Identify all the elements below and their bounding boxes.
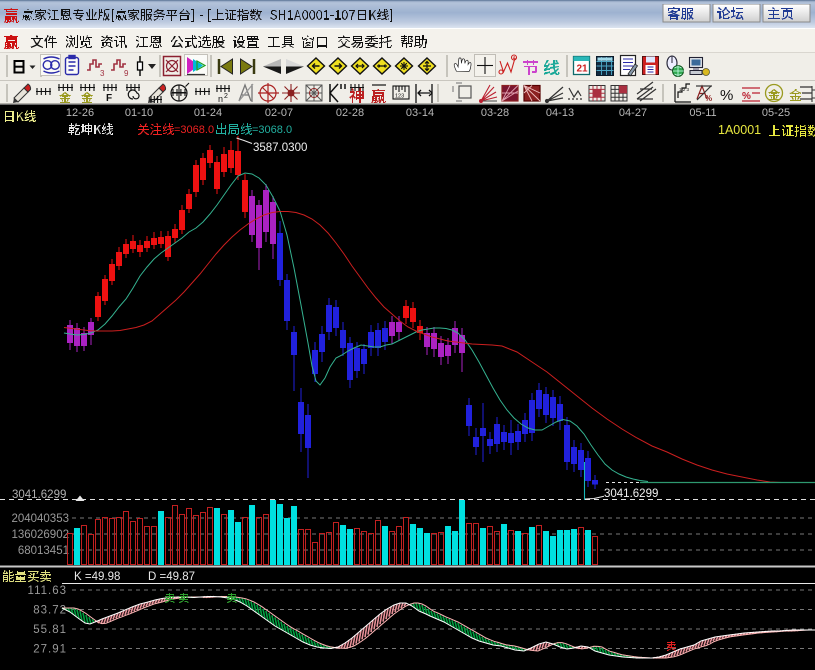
svg-text:n: n: [218, 94, 223, 104]
svg-text:1A0001: 1A0001: [718, 123, 761, 137]
svg-text:3587.0300: 3587.0300: [253, 142, 307, 154]
svg-text:D =49.87: D =49.87: [148, 571, 195, 583]
svg-text:111.63: 111.63: [28, 585, 67, 597]
svg-text:02-28: 02-28: [336, 107, 364, 119]
svg-text:21: 21: [577, 64, 589, 75]
svg-text:04-13: 04-13: [546, 107, 574, 119]
svg-text:05-11: 05-11: [689, 107, 716, 119]
svg-text:K =49.98: K =49.98: [74, 571, 120, 583]
svg-text:=3068.0: =3068.0: [252, 124, 292, 136]
svg-text:3: 3: [100, 69, 105, 78]
svg-text:04-27: 04-27: [619, 107, 647, 119]
svg-text:01-24: 01-24: [194, 107, 222, 119]
svg-text:27.91: 27.91: [33, 644, 67, 656]
svg-text:03-28: 03-28: [481, 107, 509, 119]
svg-text:=3068.0: =3068.0: [174, 124, 214, 136]
svg-text:02-07: 02-07: [265, 107, 293, 119]
svg-text:136026902: 136026902: [11, 529, 69, 541]
svg-text:1 2 3: 1 2 3: [679, 87, 690, 92]
svg-text:123: 123: [395, 94, 404, 100]
svg-text:55.81: 55.81: [33, 624, 67, 636]
svg-text:3041.6299: 3041.6299: [604, 488, 658, 500]
svg-text:83.72: 83.72: [33, 605, 67, 617]
svg-text:2: 2: [224, 93, 228, 100]
svg-text:03-14: 03-14: [406, 107, 434, 119]
svg-text:12-26: 12-26: [66, 107, 94, 119]
svg-text:%: %: [720, 87, 733, 104]
svg-text:204040353: 204040353: [11, 513, 69, 525]
svg-text:01-10: 01-10: [125, 107, 153, 119]
svg-text:05-25: 05-25: [762, 107, 790, 119]
svg-text:F: F: [106, 93, 112, 104]
svg-text:9: 9: [124, 69, 129, 78]
svg-text:%: %: [705, 94, 712, 103]
svg-text:3041.6299: 3041.6299: [12, 489, 66, 501]
svg-text:68013451: 68013451: [18, 545, 69, 557]
